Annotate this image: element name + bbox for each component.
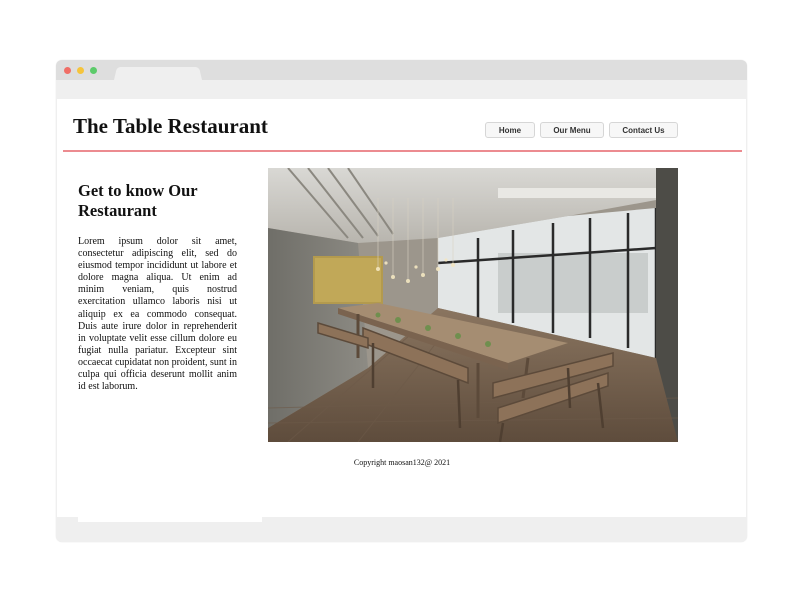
nav-menu-button[interactable]: Our Menu — [540, 122, 604, 138]
minimize-window-icon[interactable] — [77, 67, 84, 74]
maximize-window-icon[interactable] — [90, 67, 97, 74]
browser-tab[interactable] — [114, 67, 202, 80]
web-page: The Table Restaurant Home Our Menu Conta… — [57, 99, 746, 517]
nav-home-button[interactable]: Home — [485, 122, 535, 138]
page-bottom-edge — [78, 517, 262, 522]
restaurant-photo — [268, 168, 678, 442]
about-heading: Get to know Our Restaurant — [78, 181, 198, 220]
close-window-icon[interactable] — [64, 67, 71, 74]
copyright-footer: Copyright maosan132@ 2021 — [353, 458, 451, 467]
header-divider — [63, 150, 742, 152]
browser-window: The Table Restaurant Home Our Menu Conta… — [56, 60, 747, 542]
browser-toolbar — [56, 80, 747, 99]
browser-titlebar — [56, 60, 747, 80]
nav-contact-button[interactable]: Contact Us — [609, 122, 678, 138]
site-title: The Table Restaurant — [73, 114, 268, 138]
about-text: Lorem ipsum dolor sit amet, consectetur … — [78, 236, 237, 393]
